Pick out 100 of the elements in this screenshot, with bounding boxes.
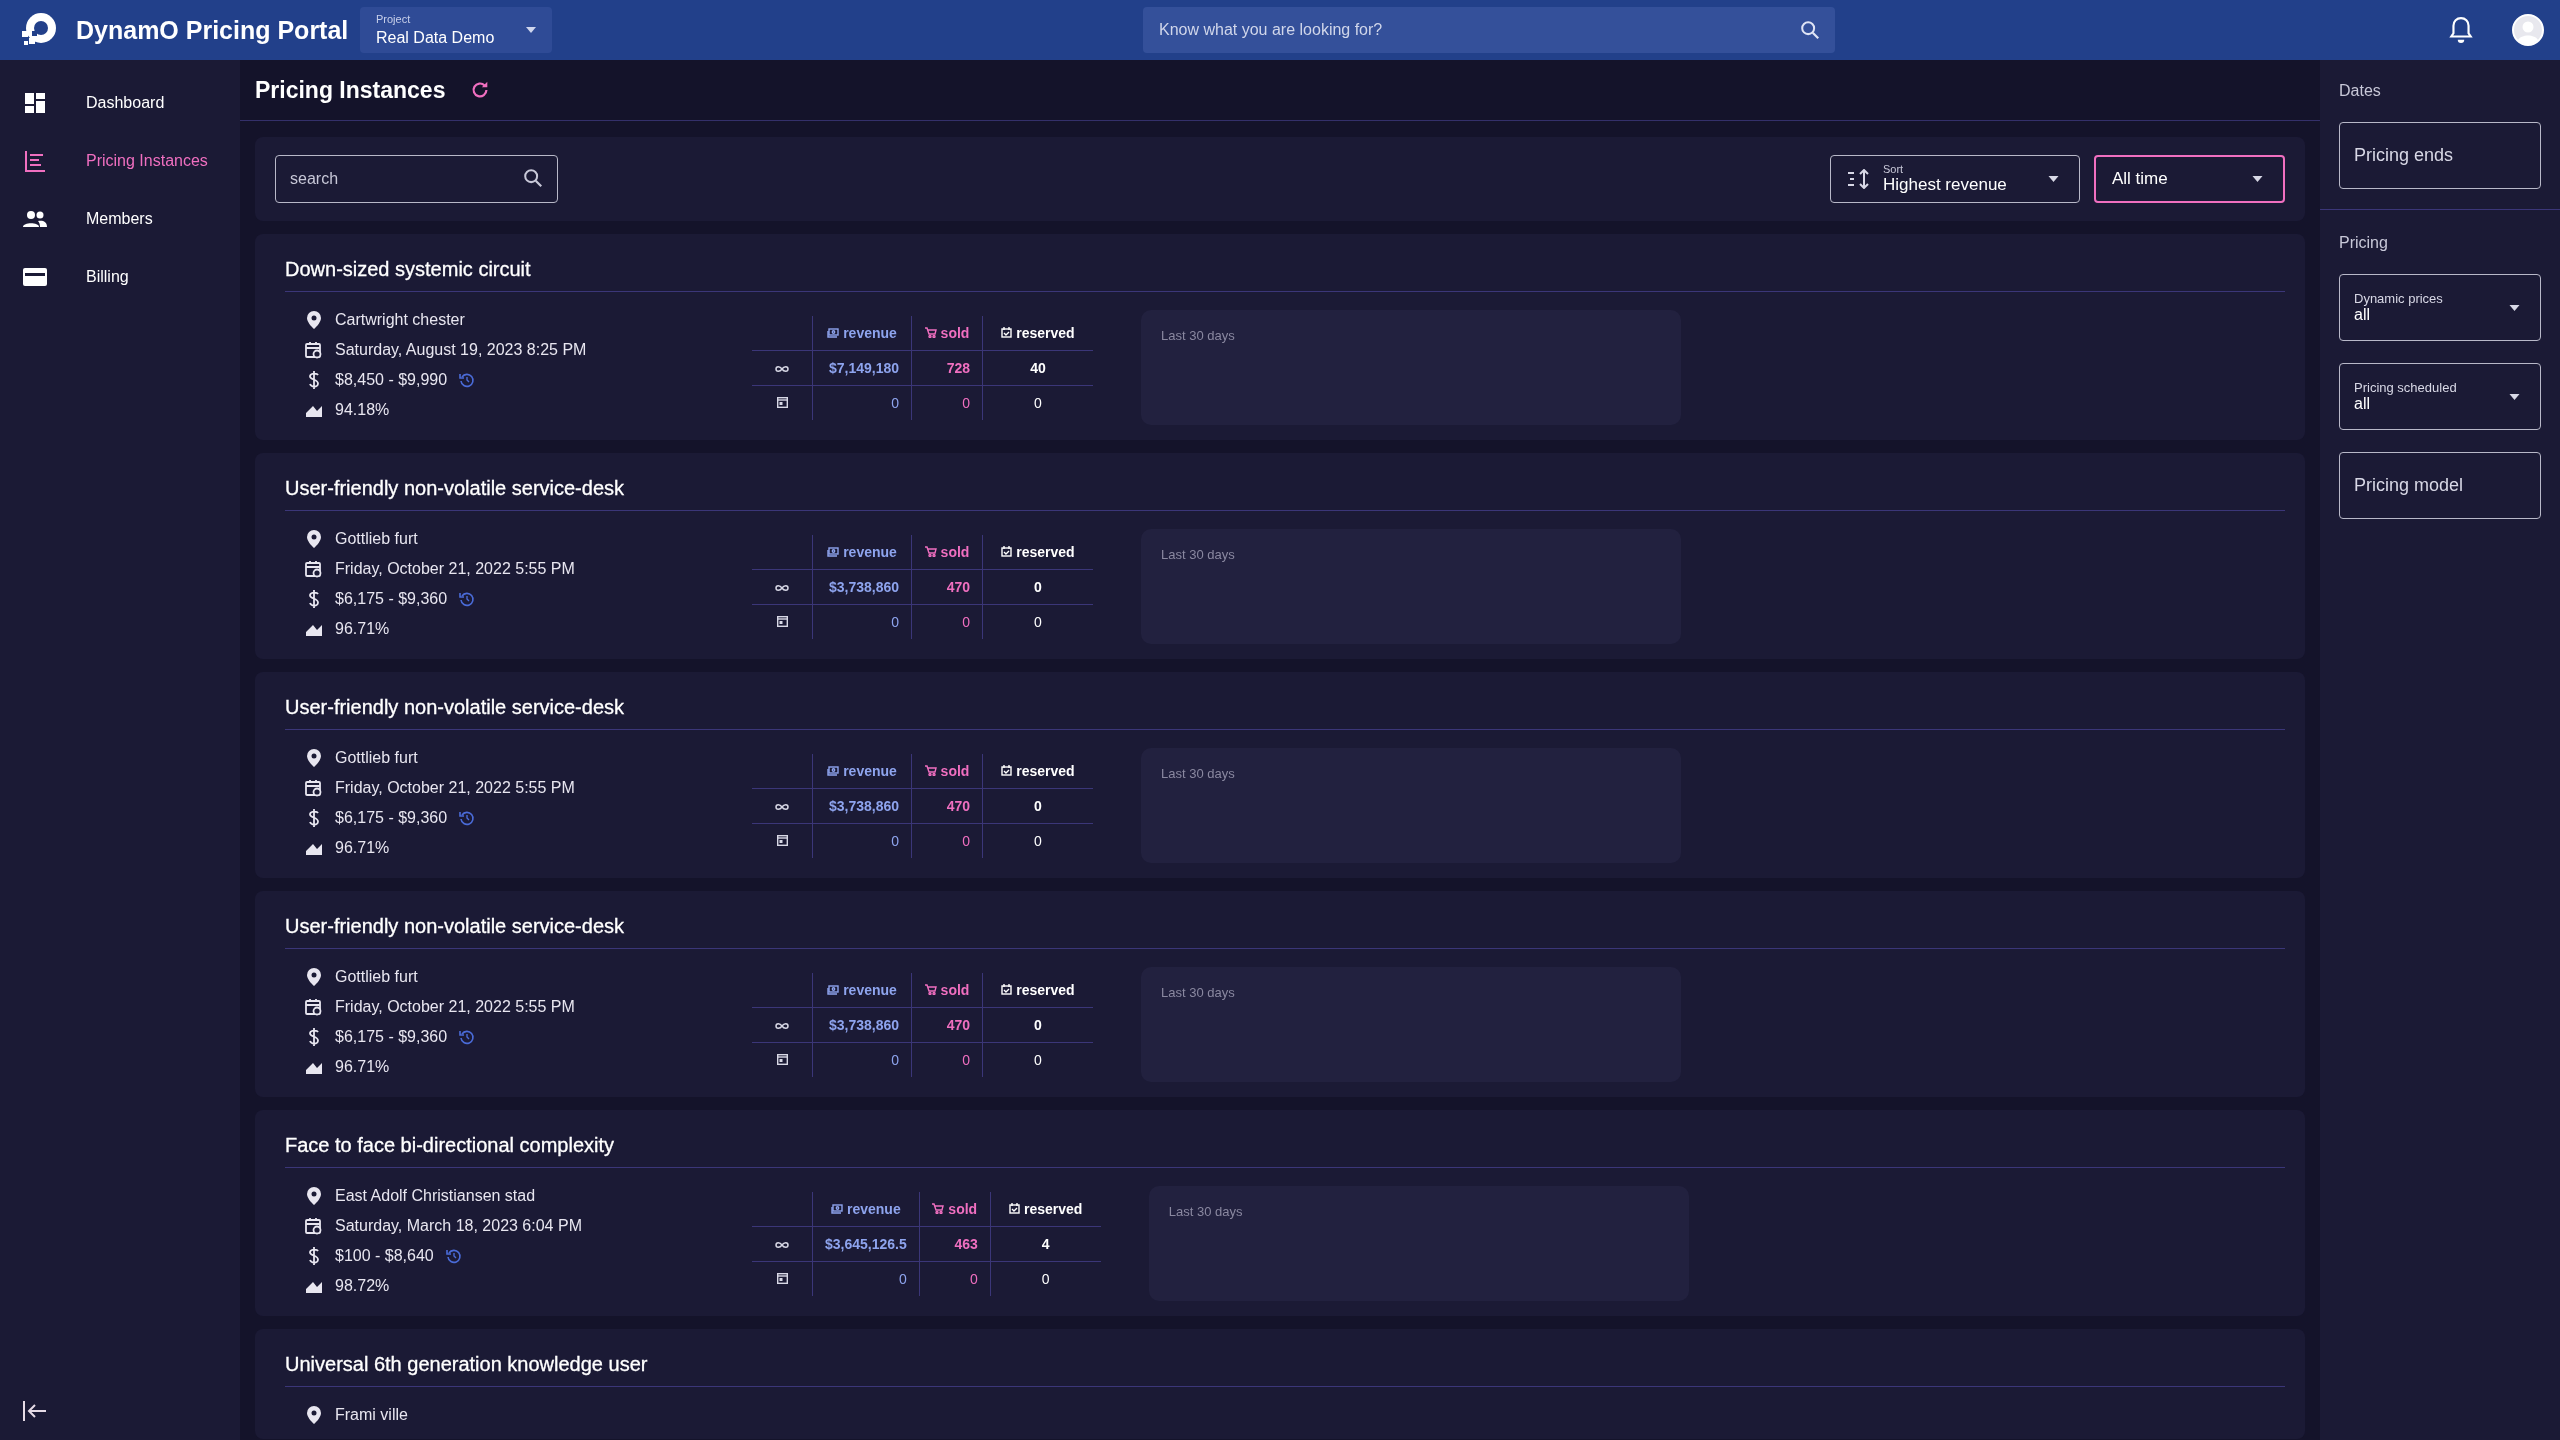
cart-icon — [924, 546, 937, 558]
instance-title[interactable]: Universal 6th generation knowledge user — [285, 1353, 2285, 1387]
table-cell: 470 — [946, 798, 970, 814]
sidebar-item[interactable]: Members — [0, 198, 240, 240]
table-cell: 470 — [946, 1017, 970, 1033]
instance-title[interactable]: User-friendly non-volatile service-desk — [285, 696, 2285, 730]
table-cell: 0 — [891, 833, 899, 849]
infinity-icon — [774, 584, 790, 592]
sidebar-item[interactable]: Dashboard — [0, 82, 240, 124]
cart-icon — [924, 984, 937, 996]
filter-field[interactable]: Pricing ends — [2339, 122, 2541, 189]
table-cell: $3,738,860 — [828, 798, 899, 814]
table-cell: 0 — [1034, 1052, 1042, 1068]
calendar-clock-icon — [305, 340, 323, 359]
history-icon — [459, 809, 476, 826]
table-cell: 0 — [1034, 614, 1042, 630]
date-text: Friday, October 21, 2022 5:55 PM — [335, 997, 575, 1016]
instance-title[interactable]: Face to face bi-directional complexity — [285, 1134, 2285, 1168]
infinity-icon — [774, 1241, 790, 1249]
calendar-check-icon — [1001, 984, 1013, 996]
caret-icon — [2509, 304, 2520, 311]
price-range-text: $6,175 - $9,360 — [335, 808, 448, 827]
caret-icon — [2252, 176, 2263, 182]
page-title: Pricing Instances — [255, 76, 446, 104]
date-text: Friday, October 21, 2022 5:55 PM — [335, 559, 575, 578]
column-header: revenue — [843, 982, 897, 998]
calendar-check-icon — [1001, 765, 1013, 777]
instance-title[interactable]: Down-sized systemic circuit — [285, 258, 2285, 292]
price-range-text: $6,175 - $9,360 — [335, 1027, 448, 1046]
search-icon — [1799, 19, 1821, 41]
collapse-icon[interactable] — [22, 1400, 48, 1422]
table-cell: 0 — [891, 1052, 899, 1068]
percent-text: 96.71% — [335, 1057, 390, 1076]
column-header: revenue — [843, 544, 897, 560]
instance-title[interactable]: User-friendly non-volatile service-desk — [285, 477, 2285, 511]
app-title: DynamO Pricing Portal — [76, 15, 349, 45]
calendar-icon — [776, 615, 788, 627]
location-text: Frami ville — [335, 1405, 408, 1424]
caret-icon — [526, 27, 536, 33]
table-cell: $3,645,126.5 — [825, 1236, 907, 1252]
column-header: revenue — [847, 1201, 901, 1217]
bell-icon[interactable] — [2448, 16, 2474, 44]
column-header: revenue — [843, 325, 897, 341]
calendar-icon — [776, 1053, 788, 1065]
column-header: sold — [940, 981, 970, 998]
date-text: Saturday, March 18, 2023 6:04 PM — [335, 1216, 582, 1235]
infinity-icon — [774, 803, 790, 811]
location-text: Gottlieb furt — [335, 748, 418, 767]
column-header: sold — [948, 1200, 978, 1217]
table-cell: 0 — [962, 833, 970, 849]
sort-icon — [1847, 169, 1871, 189]
date-text: Friday, October 21, 2022 5:55 PM — [335, 778, 575, 797]
calendar-clock-icon — [305, 997, 323, 1016]
infinity-icon — [774, 1022, 790, 1030]
dashboard-icon — [22, 92, 48, 114]
list-icon — [22, 150, 48, 172]
calendar-clock-icon — [305, 559, 323, 578]
percent-text: 94.18% — [335, 400, 390, 419]
table-cell: 4 — [1041, 1236, 1050, 1252]
filter-select[interactable]: Dynamic prices all — [2339, 274, 2541, 341]
sidebar-item[interactable]: Billing — [0, 256, 240, 298]
money-icon — [827, 547, 840, 557]
infinity-icon — [774, 365, 790, 373]
table-cell: 0 — [891, 395, 899, 411]
calendar-clock-icon — [305, 1216, 323, 1235]
instance-title[interactable]: User-friendly non-volatile service-desk — [285, 915, 2285, 949]
search-field[interactable]: search — [275, 155, 558, 203]
period-select[interactable]: All time — [2094, 155, 2285, 203]
avatar-icon[interactable] — [2512, 14, 2544, 46]
table-cell: 0 — [969, 1271, 978, 1287]
table-cell: $3,738,860 — [828, 579, 899, 595]
location-text: Gottlieb furt — [335, 967, 418, 986]
calendar-check-icon — [1001, 327, 1013, 339]
project-select[interactable]: Project Real Data Demo — [360, 7, 552, 53]
sort-select[interactable]: Sort Highest revenue — [1830, 155, 2080, 203]
filter-select[interactable]: Pricing scheduled all — [2339, 363, 2541, 430]
table-cell: 0 — [1041, 1271, 1050, 1287]
location-pin-icon — [305, 1186, 323, 1205]
caret-icon — [2048, 176, 2059, 182]
column-header: sold — [940, 762, 970, 779]
history-icon — [445, 1247, 462, 1264]
calendar-clock-icon — [305, 778, 323, 797]
table-cell: 0 — [898, 1271, 907, 1287]
price-range-text: $8,450 - $9,990 — [335, 370, 448, 389]
people-icon — [22, 210, 48, 228]
table-cell: 728 — [946, 360, 970, 376]
chart-label: Last 30 days — [1161, 985, 1235, 1000]
sidebar-item[interactable]: Pricing Instances — [0, 140, 240, 182]
table-cell: 0 — [1034, 395, 1042, 411]
global-search-field[interactable]: Know what you are looking for? — [1143, 7, 1835, 53]
chart-label: Last 30 days — [1161, 547, 1235, 562]
table-cell: 463 — [954, 1236, 978, 1252]
credit-card-icon — [22, 268, 48, 286]
table-cell: $3,738,860 — [828, 1017, 899, 1033]
filter-field[interactable]: Pricing model — [2339, 452, 2541, 519]
table-cell: 0 — [1034, 1017, 1042, 1033]
location-pin-icon — [305, 1405, 323, 1424]
calendar-icon — [776, 834, 788, 846]
section-title: Dates — [2339, 82, 2382, 100]
history-icon — [459, 371, 476, 388]
